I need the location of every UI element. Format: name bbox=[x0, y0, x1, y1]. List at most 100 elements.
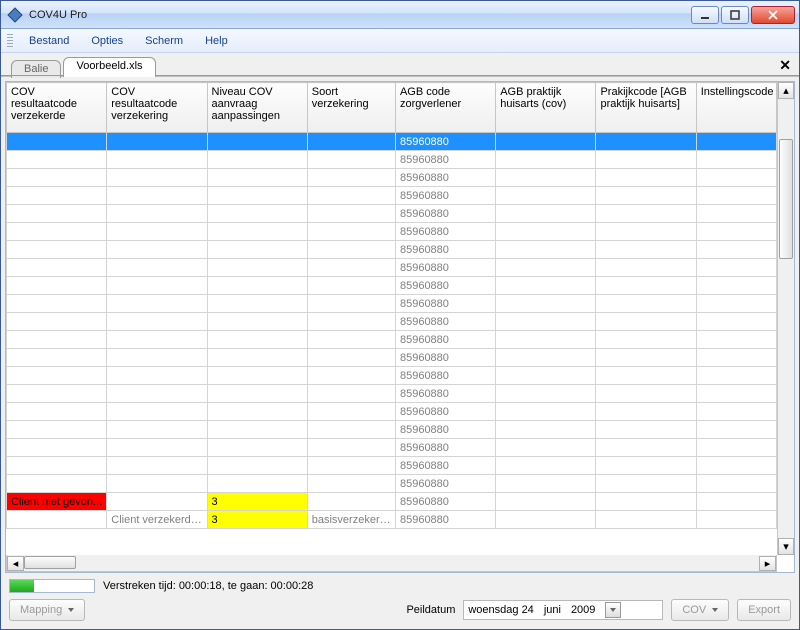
table-cell[interactable] bbox=[596, 187, 696, 205]
table-cell[interactable]: Client niet gevon... bbox=[7, 493, 107, 511]
table-cell[interactable]: 85960880 bbox=[395, 295, 495, 313]
table-cell[interactable] bbox=[696, 241, 776, 259]
table-cell[interactable] bbox=[496, 277, 596, 295]
table-cell[interactable] bbox=[307, 187, 395, 205]
table-cell[interactable] bbox=[696, 295, 776, 313]
table-cell[interactable] bbox=[307, 259, 395, 277]
column-header[interactable]: AGB praktijk huisarts (cov) bbox=[496, 83, 596, 133]
table-cell[interactable] bbox=[207, 475, 307, 493]
table-cell[interactable] bbox=[207, 295, 307, 313]
table-cell[interactable]: 85960880 bbox=[395, 241, 495, 259]
table-cell[interactable] bbox=[107, 457, 207, 475]
table-cell[interactable] bbox=[696, 457, 776, 475]
table-cell[interactable] bbox=[496, 313, 596, 331]
grid-table[interactable]: COV resultaatcode verzekerdeCOV resultaa… bbox=[6, 82, 777, 529]
table-row[interactable]: 85960880 bbox=[7, 187, 777, 205]
table-cell[interactable] bbox=[696, 169, 776, 187]
table-row[interactable]: 85960880 bbox=[7, 205, 777, 223]
table-cell[interactable] bbox=[207, 205, 307, 223]
menu-scherm[interactable]: Scherm bbox=[135, 32, 193, 50]
table-cell[interactable] bbox=[107, 241, 207, 259]
table-cell[interactable] bbox=[307, 475, 395, 493]
table-cell[interactable] bbox=[7, 259, 107, 277]
table-cell[interactable] bbox=[307, 331, 395, 349]
table-cell[interactable] bbox=[207, 457, 307, 475]
column-header[interactable]: AGB code zorgverlener bbox=[395, 83, 495, 133]
table-cell[interactable] bbox=[696, 385, 776, 403]
table-cell[interactable] bbox=[207, 151, 307, 169]
table-cell[interactable] bbox=[696, 403, 776, 421]
table-cell[interactable] bbox=[596, 205, 696, 223]
table-cell[interactable] bbox=[7, 313, 107, 331]
table-row[interactable]: 85960880 bbox=[7, 169, 777, 187]
table-cell[interactable] bbox=[596, 403, 696, 421]
table-cell[interactable] bbox=[107, 277, 207, 295]
table-cell[interactable] bbox=[7, 241, 107, 259]
table-cell[interactable] bbox=[307, 205, 395, 223]
scroll-left-icon[interactable]: ◂ bbox=[7, 556, 24, 571]
table-cell[interactable]: 85960880 bbox=[395, 133, 495, 151]
table-cell[interactable]: 85960880 bbox=[395, 367, 495, 385]
table-cell[interactable] bbox=[107, 331, 207, 349]
table-cell[interactable] bbox=[7, 367, 107, 385]
table-cell[interactable] bbox=[596, 457, 696, 475]
column-header[interactable]: Prakijkcode [AGB praktijk huisarts] bbox=[596, 83, 696, 133]
scroll-down-icon[interactable]: ▾ bbox=[778, 538, 794, 555]
table-cell[interactable] bbox=[107, 169, 207, 187]
table-cell[interactable] bbox=[496, 511, 596, 529]
table-cell[interactable] bbox=[596, 421, 696, 439]
table-cell[interactable] bbox=[107, 421, 207, 439]
table-cell[interactable]: 85960880 bbox=[395, 511, 495, 529]
table-cell[interactable] bbox=[307, 457, 395, 475]
table-cell[interactable] bbox=[307, 133, 395, 151]
table-cell[interactable] bbox=[207, 367, 307, 385]
table-cell[interactable] bbox=[696, 349, 776, 367]
table-cell[interactable] bbox=[596, 511, 696, 529]
table-cell[interactable]: 3 bbox=[207, 511, 307, 529]
table-cell[interactable] bbox=[696, 205, 776, 223]
table-cell[interactable] bbox=[207, 349, 307, 367]
table-cell[interactable] bbox=[107, 349, 207, 367]
table-cell[interactable] bbox=[207, 385, 307, 403]
table-cell[interactable]: 85960880 bbox=[395, 475, 495, 493]
maximize-button[interactable] bbox=[721, 6, 749, 24]
table-cell[interactable] bbox=[7, 277, 107, 295]
table-cell[interactable] bbox=[496, 169, 596, 187]
column-header[interactable]: Niveau COV aanvraag aanpassingen bbox=[207, 83, 307, 133]
table-cell[interactable] bbox=[307, 169, 395, 187]
table-cell[interactable] bbox=[496, 421, 596, 439]
table-row[interactable]: 85960880 bbox=[7, 385, 777, 403]
table-cell[interactable] bbox=[496, 133, 596, 151]
table-cell[interactable] bbox=[307, 223, 395, 241]
menu-opties[interactable]: Opties bbox=[81, 32, 133, 50]
table-cell[interactable] bbox=[107, 259, 207, 277]
table-cell[interactable] bbox=[107, 367, 207, 385]
table-row[interactable]: 85960880 bbox=[7, 457, 777, 475]
table-cell[interactable] bbox=[7, 133, 107, 151]
table-cell[interactable] bbox=[7, 457, 107, 475]
table-cell[interactable] bbox=[307, 403, 395, 421]
table-cell[interactable] bbox=[596, 151, 696, 169]
table-cell[interactable] bbox=[496, 241, 596, 259]
table-cell[interactable]: 85960880 bbox=[395, 151, 495, 169]
table-cell[interactable] bbox=[7, 187, 107, 205]
table-cell[interactable] bbox=[596, 169, 696, 187]
table-cell[interactable] bbox=[7, 151, 107, 169]
table-cell[interactable] bbox=[696, 511, 776, 529]
table-cell[interactable]: 3 bbox=[207, 493, 307, 511]
table-cell[interactable] bbox=[7, 169, 107, 187]
table-cell[interactable] bbox=[696, 493, 776, 511]
table-cell[interactable] bbox=[596, 277, 696, 295]
table-cell[interactable] bbox=[496, 331, 596, 349]
table-cell[interactable]: 85960880 bbox=[395, 421, 495, 439]
table-cell[interactable] bbox=[107, 133, 207, 151]
table-cell[interactable] bbox=[696, 133, 776, 151]
table-cell[interactable]: Client verzekerd. ... bbox=[107, 511, 207, 529]
column-header[interactable]: COV resultaatcode verzekering bbox=[107, 83, 207, 133]
table-cell[interactable] bbox=[7, 205, 107, 223]
table-cell[interactable] bbox=[496, 385, 596, 403]
table-cell[interactable] bbox=[307, 313, 395, 331]
table-cell[interactable] bbox=[207, 421, 307, 439]
table-cell[interactable] bbox=[596, 259, 696, 277]
table-row[interactable]: 85960880 bbox=[7, 151, 777, 169]
